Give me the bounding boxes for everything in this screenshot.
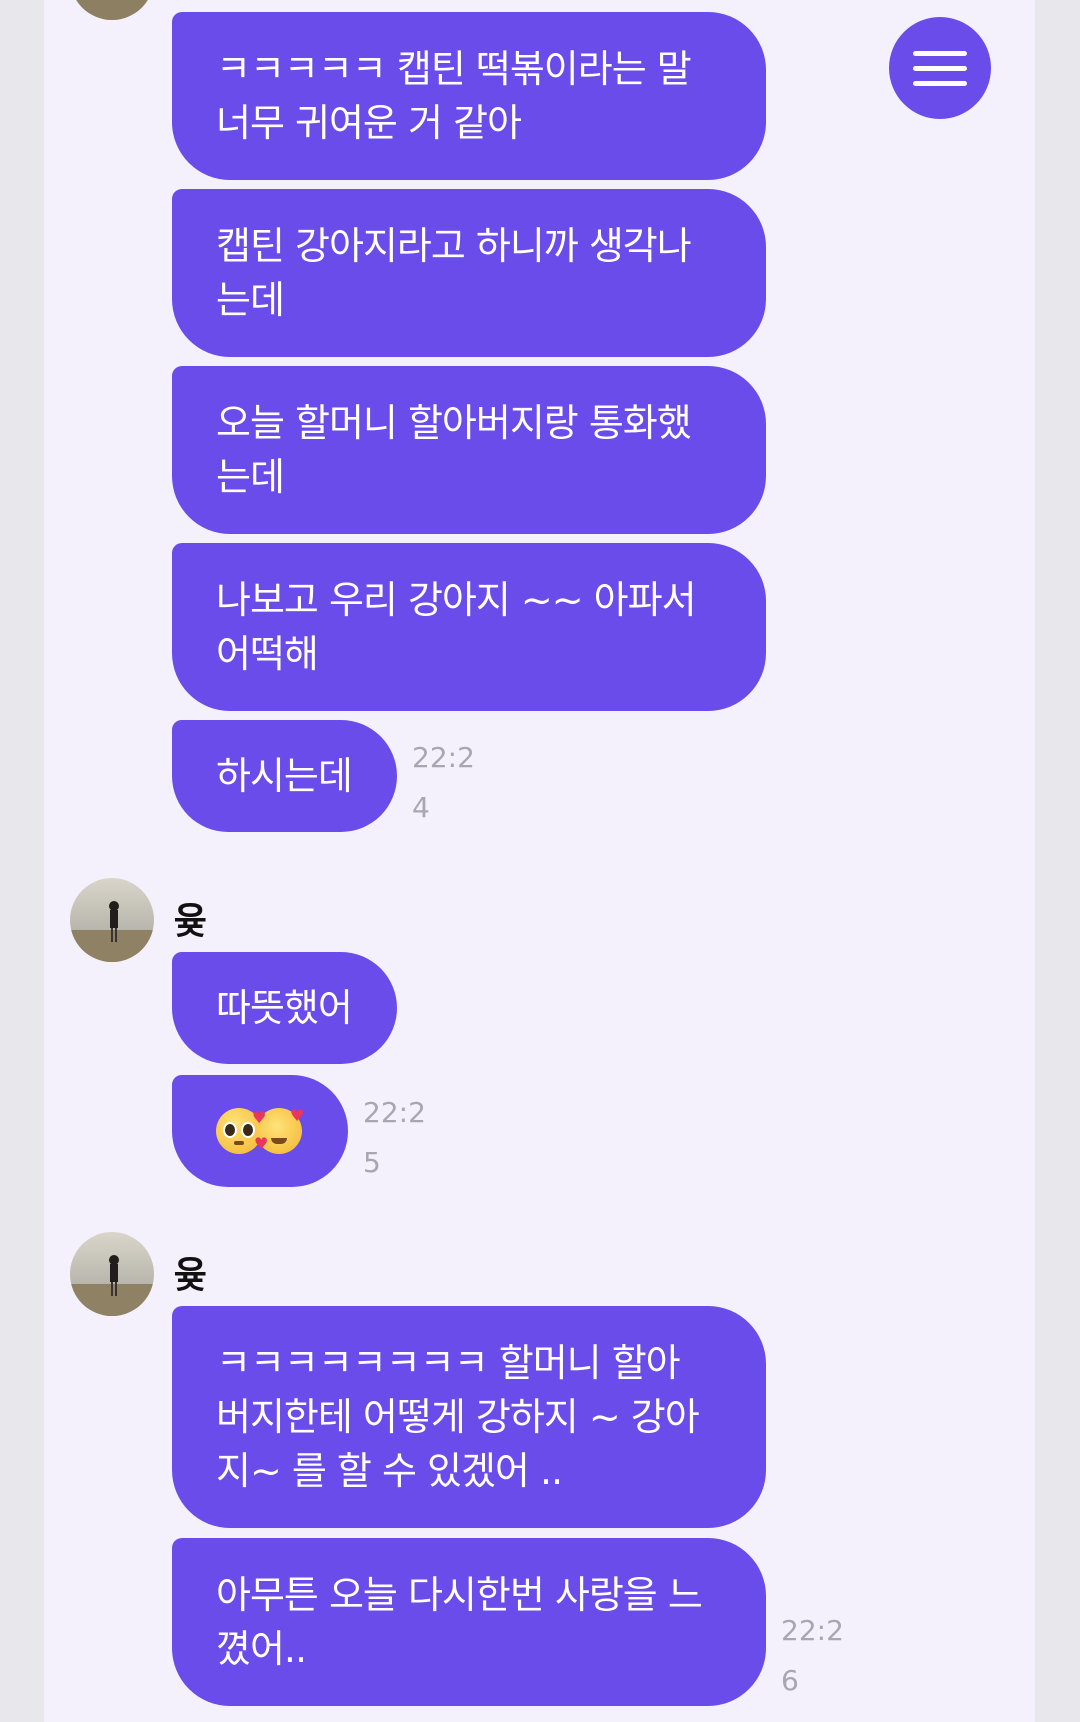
menu-bar xyxy=(913,50,967,56)
sender-name: 윶 xyxy=(174,901,208,942)
message-bubble[interactable]: 따뜻했어 xyxy=(172,952,397,1064)
hamburger-menu-icon[interactable] xyxy=(889,17,991,119)
message-bubble[interactable]: 하시는데 xyxy=(172,720,397,832)
message-text: 하시는데 xyxy=(216,754,353,798)
sender-avatar[interactable] xyxy=(70,0,154,20)
message-timestamp: 22:2 6 xyxy=(781,1614,844,1697)
message-bubble[interactable]: ㅋㅋㅋㅋㅋㅋㅋㅋ 할머니 할아 버지한테 어떻게 강하지 ~ 강아 지~ 를 할… xyxy=(172,1306,766,1528)
sender-avatar[interactable] xyxy=(70,1232,154,1316)
message-bubble[interactable]: 나보고 우리 강아지 ~~ 아파서 어떡해 xyxy=(172,543,766,711)
message-text: 나보고 우리 강아지 ~~ 아파서 어떡해 xyxy=(216,578,697,676)
message-text: 캡틴 강아지라고 하니까 생각나 는데 xyxy=(216,224,692,322)
smiling-face-with-hearts-icon: ♥ ♥ ♥ xyxy=(252,1106,304,1154)
message-bubble[interactable]: 아무튼 오늘 다시한번 사랑을 느 꼈어.. xyxy=(172,1538,766,1706)
message-timestamp: 22:2 5 xyxy=(363,1096,426,1179)
emoji-message-bubble[interactable]: ♥ ♥ ♥ xyxy=(172,1075,348,1187)
message-text: 따뜻했어 xyxy=(216,986,353,1030)
message-timestamp: 22:2 4 xyxy=(412,741,475,824)
menu-bar xyxy=(913,80,967,86)
message-bubble[interactable]: ㅋㅋㅋㅋㅋ 캡틴 떡볶이라는 말 너무 귀여운 거 같아 xyxy=(172,12,766,180)
menu-bar xyxy=(913,65,967,71)
message-text: ㅋㅋㅋㅋㅋㅋㅋㅋ 할머니 할아 버지한테 어떻게 강하지 ~ 강아 지~ 를 할… xyxy=(216,1341,700,1493)
message-text: 아무튼 오늘 다시한번 사랑을 느 꼈어.. xyxy=(216,1573,703,1671)
chat-panel: ㅋㅋㅋㅋㅋ 캡틴 떡볶이라는 말 너무 귀여운 거 같아 캡틴 강아지라고 하니… xyxy=(44,0,1035,1722)
message-bubble[interactable]: 오늘 할머니 할아버지랑 통화했 는데 xyxy=(172,366,766,534)
message-text: ㅋㅋㅋㅋㅋ 캡틴 떡볶이라는 말 너무 귀여운 거 같아 xyxy=(216,47,692,145)
message-text: 오늘 할머니 할아버지랑 통화했 는데 xyxy=(216,401,692,499)
message-bubble[interactable]: 캡틴 강아지라고 하니까 생각나 는데 xyxy=(172,189,766,357)
sender-avatar[interactable] xyxy=(70,878,154,962)
sender-name: 윶 xyxy=(174,1255,208,1296)
